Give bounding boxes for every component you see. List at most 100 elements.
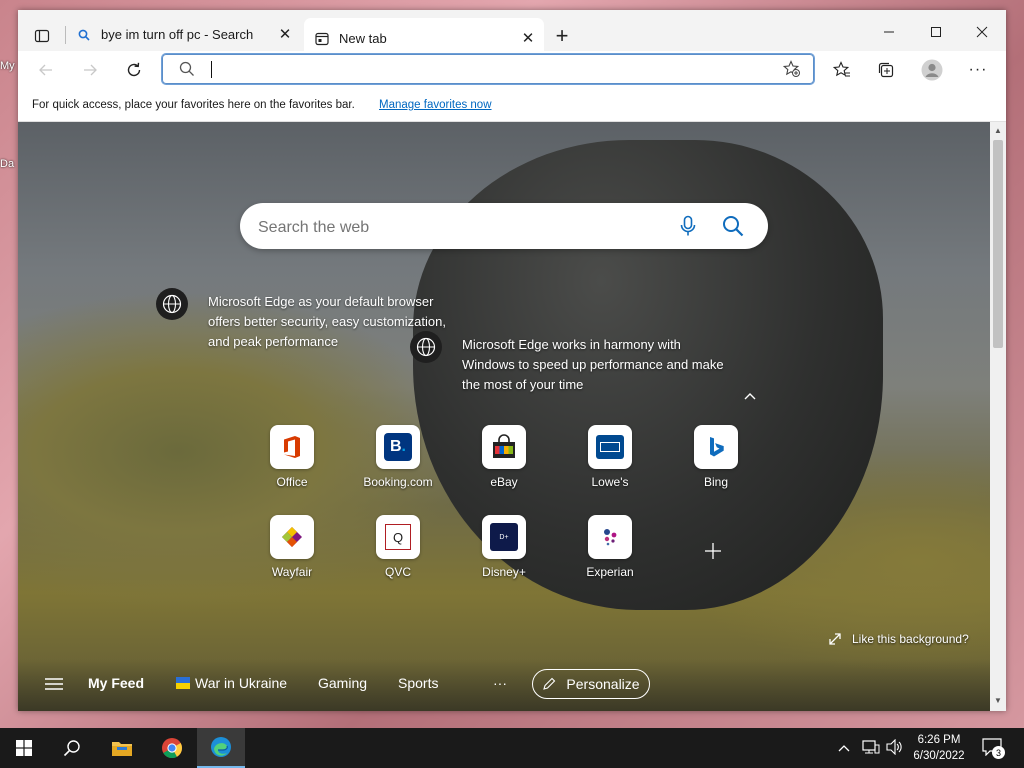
feed-more-button[interactable]: ···: [493, 675, 507, 691]
edge-icon: [211, 737, 231, 757]
quick-link-label: Wayfair: [271, 565, 313, 579]
desktop-icon-label[interactable]: Da: [0, 158, 14, 170]
close-tab-icon[interactable]: ✕: [520, 30, 536, 47]
disney-icon: D+: [482, 515, 526, 559]
manage-favorites-link[interactable]: Manage favorites now: [379, 99, 492, 111]
avatar-icon: [921, 59, 943, 81]
booking-icon: B.: [376, 425, 420, 469]
tab-actions-icon: [34, 29, 50, 43]
web-search-box[interactable]: [240, 203, 768, 249]
quick-link-ebay[interactable]: eBay: [459, 425, 549, 489]
like-background-link[interactable]: Like this background?: [828, 632, 969, 646]
collections-icon: [878, 62, 894, 78]
quick-link-lowes[interactable]: Lowe's: [565, 425, 655, 489]
windows-logo-icon: [16, 740, 32, 756]
quick-link-label: Bing: [703, 475, 729, 489]
tab-actions-button[interactable]: [26, 20, 58, 52]
minimize-button[interactable]: [866, 18, 912, 46]
vertical-scrollbar[interactable]: ▲ ▼: [990, 122, 1006, 711]
clock-time: 6:26 PM: [917, 734, 961, 746]
newtab-icon: [314, 31, 330, 47]
quick-link-qvc[interactable]: Q QVC: [353, 515, 443, 579]
feed-tab-gaming[interactable]: Gaming: [318, 675, 367, 691]
browser-window: bye im turn off pc - Search ✕ New tab ✕ …: [18, 10, 1006, 711]
toolbar: ···: [18, 51, 1006, 87]
system-clock[interactable]: 6:26 PM 6/30/2022: [905, 732, 973, 764]
back-arrow-icon: [39, 64, 52, 76]
favorites-bar-message: For quick access, place your favorites h…: [32, 99, 355, 111]
scroll-up-arrow-icon[interactable]: ▲: [994, 126, 1002, 135]
back-button[interactable]: [30, 54, 62, 86]
quick-link-wayfair[interactable]: Wayfair: [247, 515, 337, 579]
refresh-button[interactable]: [118, 54, 150, 86]
close-tab-icon[interactable]: ✕: [277, 26, 293, 43]
favorites-icon: [833, 61, 850, 77]
qvc-icon: Q: [376, 515, 420, 559]
quick-link-office[interactable]: Office: [247, 425, 337, 489]
collections-button[interactable]: [870, 54, 902, 86]
file-explorer-button[interactable]: [98, 728, 146, 768]
office-icon: [270, 425, 314, 469]
tab-title: New tab: [339, 31, 387, 46]
search-button[interactable]: [48, 728, 96, 768]
quick-link-label: Booking.com: [363, 475, 433, 489]
personalize-button[interactable]: Personalize: [532, 669, 650, 699]
search-icon: [63, 740, 80, 757]
forward-arrow-icon: [84, 64, 97, 76]
scroll-down-arrow-icon[interactable]: ▼: [994, 696, 1002, 705]
search-icon[interactable]: [722, 215, 744, 242]
more-icon: ···: [968, 61, 988, 78]
folder-icon: [112, 742, 132, 756]
expand-icon: [829, 633, 841, 645]
settings-menu-button[interactable]: ···: [962, 54, 994, 86]
feed-tab-my-feed[interactable]: My Feed: [88, 675, 144, 691]
feed-tab-war-in-ukraine[interactable]: War in Ukraine: [195, 675, 287, 691]
quick-link-label: Disney+: [482, 565, 526, 579]
favorites-button[interactable]: [826, 54, 858, 86]
edge-button[interactable]: [197, 728, 245, 768]
promo-windows-harmony[interactable]: Microsoft Edge works in harmony with Win…: [462, 335, 724, 395]
hamburger-menu-icon[interactable]: [45, 677, 63, 696]
quick-link-booking[interactable]: B. Booking.com: [353, 425, 443, 489]
notification-count-badge: 3: [992, 746, 1005, 759]
wayfair-icon: [270, 515, 314, 559]
show-hidden-icons-chevron-icon[interactable]: [838, 740, 850, 758]
close-window-button[interactable]: [959, 18, 1005, 46]
pencil-icon: [543, 677, 556, 690]
network-icon[interactable]: [862, 739, 880, 760]
chrome-button[interactable]: [148, 728, 196, 768]
add-favorite-icon[interactable]: [782, 60, 801, 83]
forward-button[interactable]: [74, 54, 106, 86]
feed-tab-sports[interactable]: Sports: [398, 675, 438, 691]
quick-link-label: QVC: [384, 565, 411, 579]
new-tab-button[interactable]: +: [546, 20, 578, 52]
volume-icon[interactable]: [886, 738, 904, 760]
tab-title: bye im turn off pc - Search: [101, 27, 254, 42]
quick-link-experian[interactable]: Experian: [565, 515, 655, 579]
quick-link-disney[interactable]: D+ Disney+: [459, 515, 549, 579]
web-search-input[interactable]: [256, 216, 660, 240]
quick-link-label: Office: [276, 475, 308, 489]
favorites-bar: For quick access, place your favorites h…: [18, 91, 1006, 122]
add-quick-link-icon[interactable]: [704, 542, 722, 565]
start-button[interactable]: [0, 728, 48, 768]
address-input[interactable]: [209, 60, 773, 80]
collapse-chevron-icon[interactable]: [743, 388, 757, 406]
new-tab-page: Microsoft Edge as your default browser o…: [18, 122, 990, 711]
address-bar[interactable]: [162, 54, 814, 84]
desktop-icon-label[interactable]: My: [0, 60, 15, 72]
quick-link-label: Experian: [586, 565, 634, 579]
maximize-button[interactable]: [913, 18, 959, 46]
quick-link-bing[interactable]: Bing: [671, 425, 761, 489]
like-background-text: Like this background?: [852, 632, 969, 646]
microphone-icon[interactable]: [678, 215, 698, 242]
profile-button[interactable]: [916, 54, 948, 86]
quick-link-label: eBay: [490, 475, 518, 489]
tab-search[interactable]: bye im turn off pc - Search ✕: [68, 18, 301, 51]
personalize-label: Personalize: [566, 676, 640, 692]
notification-center-button[interactable]: 3: [982, 738, 1005, 761]
close-icon: [976, 26, 988, 38]
bing-icon: [694, 425, 738, 469]
lowes-icon: [588, 425, 632, 469]
scrollbar-thumb[interactable]: [993, 140, 1003, 348]
